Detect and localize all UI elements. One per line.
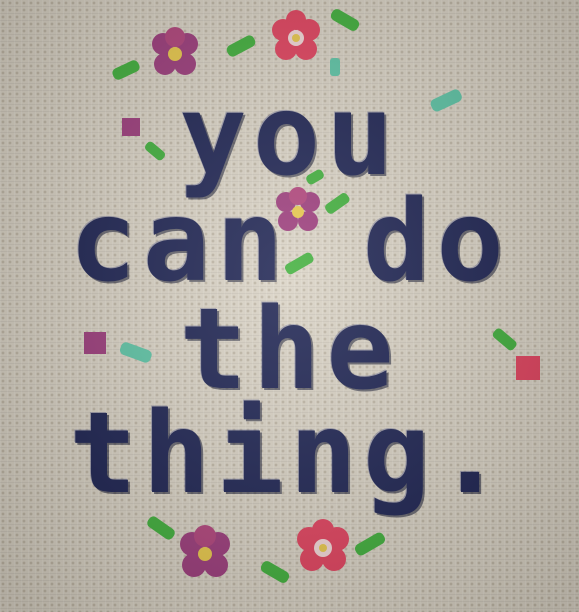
flower-icon	[180, 525, 230, 577]
leaf-icon	[330, 9, 360, 31]
leaf-icon	[226, 35, 256, 57]
stitched-text-line-1: you	[179, 71, 400, 201]
cross-stitch-fabric: you can do the thing.	[0, 0, 579, 612]
flower-icon	[152, 27, 198, 75]
flower-icon	[272, 10, 320, 60]
stitched-text-line-2: can do	[69, 177, 510, 307]
flower-icon	[297, 519, 349, 571]
stitched-text-line-4: thing.	[69, 389, 510, 519]
leaf-icon	[112, 60, 140, 80]
